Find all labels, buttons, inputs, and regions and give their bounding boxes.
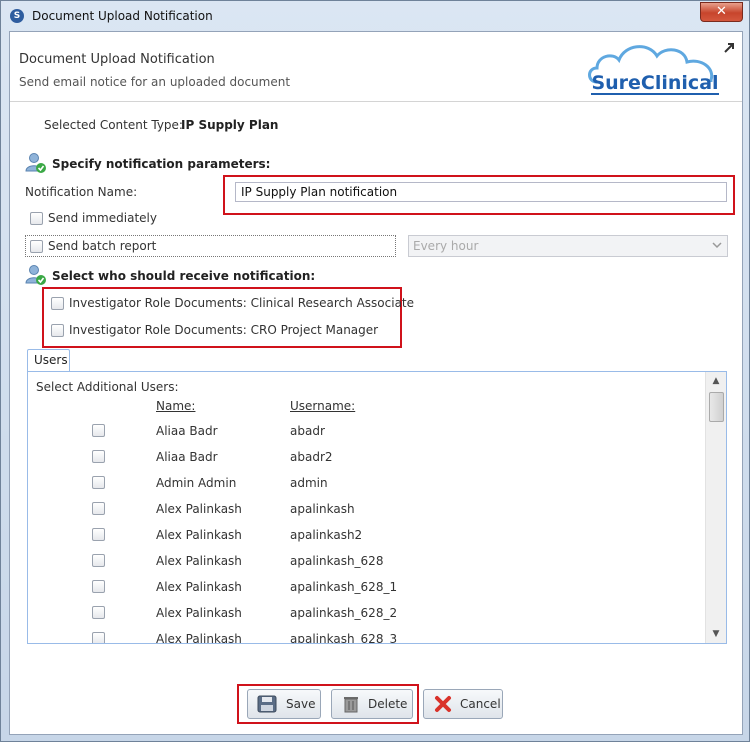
role-checkbox-cro-pm[interactable] bbox=[51, 324, 64, 337]
user-name: Admin Admin bbox=[156, 476, 237, 490]
user-name: Aliaa Badr bbox=[156, 424, 218, 438]
cancel-x-icon bbox=[435, 696, 451, 712]
select-users-label: Select Additional Users: bbox=[36, 380, 179, 394]
floppy-disk-icon bbox=[257, 695, 277, 713]
table-row[interactable]: Alex Palinkash apalinkash bbox=[28, 496, 704, 522]
expand-icon[interactable] bbox=[722, 41, 736, 55]
user-checkbox[interactable] bbox=[92, 502, 105, 515]
params-heading: Specify notification parameters: bbox=[52, 157, 271, 171]
cancel-label: Cancel bbox=[460, 697, 501, 711]
delete-button[interactable]: Delete bbox=[331, 689, 413, 719]
trash-icon bbox=[344, 697, 358, 713]
table-row[interactable]: Aliaa Badr abadr2 bbox=[28, 444, 704, 470]
user-name: Alex Palinkash bbox=[156, 580, 242, 594]
user-username: apalinkash_628_3 bbox=[290, 632, 398, 644]
frequency-select[interactable]: Every hour bbox=[408, 235, 728, 257]
user-name: Alex Palinkash bbox=[156, 528, 242, 542]
user-username: apalinkash_628_1 bbox=[290, 580, 398, 594]
user-username: abadr2 bbox=[290, 450, 333, 464]
user-username: apalinkash_628 bbox=[290, 554, 384, 568]
user-username: apalinkash2 bbox=[290, 528, 363, 542]
table-row[interactable]: Alex Palinkash apalinkash_628_2 bbox=[28, 600, 704, 626]
logo-text: SureClinical bbox=[591, 72, 719, 94]
notification-name-input[interactable]: IP Supply Plan notification bbox=[235, 182, 727, 202]
frequency-value: Every hour bbox=[413, 239, 479, 253]
user-checkbox[interactable] bbox=[92, 476, 105, 489]
batch-report-checkbox[interactable] bbox=[30, 240, 43, 253]
users-panel: Select Additional Users: Name: Username:… bbox=[27, 371, 727, 644]
role-label-cro-pm: Investigator Role Documents: CRO Project… bbox=[69, 323, 379, 337]
scrollbar-thumb[interactable] bbox=[709, 392, 724, 422]
user-name: Alex Palinkash bbox=[156, 554, 242, 568]
user-name: Alex Palinkash bbox=[156, 606, 242, 620]
window-title: Document Upload Notification bbox=[32, 9, 213, 23]
content-type-value: IP Supply Plan bbox=[181, 118, 279, 132]
batch-report-label: Send batch report bbox=[48, 239, 157, 253]
notification-name-label: Notification Name: bbox=[25, 185, 138, 199]
dialog-header: Document Upload Notification Send email … bbox=[10, 32, 742, 102]
close-button[interactable]: ✕ bbox=[700, 2, 743, 22]
user-checkbox[interactable] bbox=[92, 580, 105, 593]
send-immediately-checkbox[interactable] bbox=[30, 212, 43, 225]
dialog-content: Document Upload Notification Send email … bbox=[9, 31, 743, 735]
table-row[interactable]: Alex Palinkash apalinkash_628_3 bbox=[28, 626, 704, 644]
user-check-icon bbox=[25, 152, 47, 174]
recipients-heading: Select who should receive notification: bbox=[52, 269, 316, 283]
role-label-cra: Investigator Role Documents: Clinical Re… bbox=[69, 296, 415, 310]
title-bar[interactable]: S Document Upload Notification ✕ bbox=[1, 1, 749, 31]
content-type-label: Selected Content Type: bbox=[44, 118, 183, 132]
user-username: admin bbox=[290, 476, 328, 490]
save-label: Save bbox=[286, 697, 316, 711]
user-checkbox[interactable] bbox=[92, 424, 105, 437]
delete-label: Delete bbox=[368, 697, 408, 711]
user-username: apalinkash bbox=[290, 502, 355, 516]
user-checkbox[interactable] bbox=[92, 606, 105, 619]
user-name: Aliaa Badr bbox=[156, 450, 218, 464]
users-scrollbar[interactable]: ▲ ▼ bbox=[705, 372, 726, 643]
user-name: Alex Palinkash bbox=[156, 502, 242, 516]
send-immediately-label: Send immediately bbox=[48, 211, 157, 225]
header-title: Document Upload Notification bbox=[19, 52, 215, 67]
tab-users[interactable]: Users bbox=[27, 349, 70, 371]
user-checkbox[interactable] bbox=[92, 528, 105, 541]
role-checkbox-cra[interactable] bbox=[51, 297, 64, 310]
chevron-down-icon bbox=[712, 238, 722, 255]
table-row[interactable]: Aliaa Badr abadr bbox=[28, 418, 704, 444]
user-checkbox[interactable] bbox=[92, 632, 105, 643]
user-checkbox[interactable] bbox=[92, 554, 105, 567]
user-username: apalinkash_628_2 bbox=[290, 606, 398, 620]
user-name: Alex Palinkash bbox=[156, 632, 242, 644]
user-checkbox[interactable] bbox=[92, 450, 105, 463]
table-row[interactable]: Alex Palinkash apalinkash2 bbox=[28, 522, 704, 548]
app-icon: S bbox=[10, 9, 24, 23]
save-button[interactable]: Save bbox=[247, 689, 321, 719]
column-header-name: Name: bbox=[156, 399, 196, 413]
table-row[interactable]: Alex Palinkash apalinkash_628 bbox=[28, 548, 704, 574]
user-check-icon bbox=[25, 264, 47, 286]
table-row[interactable]: Admin Admin admin bbox=[28, 470, 704, 496]
sureclinical-logo: SureClinical bbox=[585, 38, 725, 96]
scroll-down-arrow-icon[interactable]: ▼ bbox=[708, 626, 724, 642]
table-row[interactable]: Alex Palinkash apalinkash_628_1 bbox=[28, 574, 704, 600]
dialog-window: S Document Upload Notification ✕ Documen… bbox=[0, 0, 750, 742]
header-subtitle: Send email notice for an uploaded docume… bbox=[19, 75, 291, 89]
user-username: abadr bbox=[290, 424, 325, 438]
column-header-username: Username: bbox=[290, 399, 356, 413]
cancel-button[interactable]: Cancel bbox=[423, 689, 503, 719]
scroll-up-arrow-icon[interactable]: ▲ bbox=[708, 373, 724, 389]
